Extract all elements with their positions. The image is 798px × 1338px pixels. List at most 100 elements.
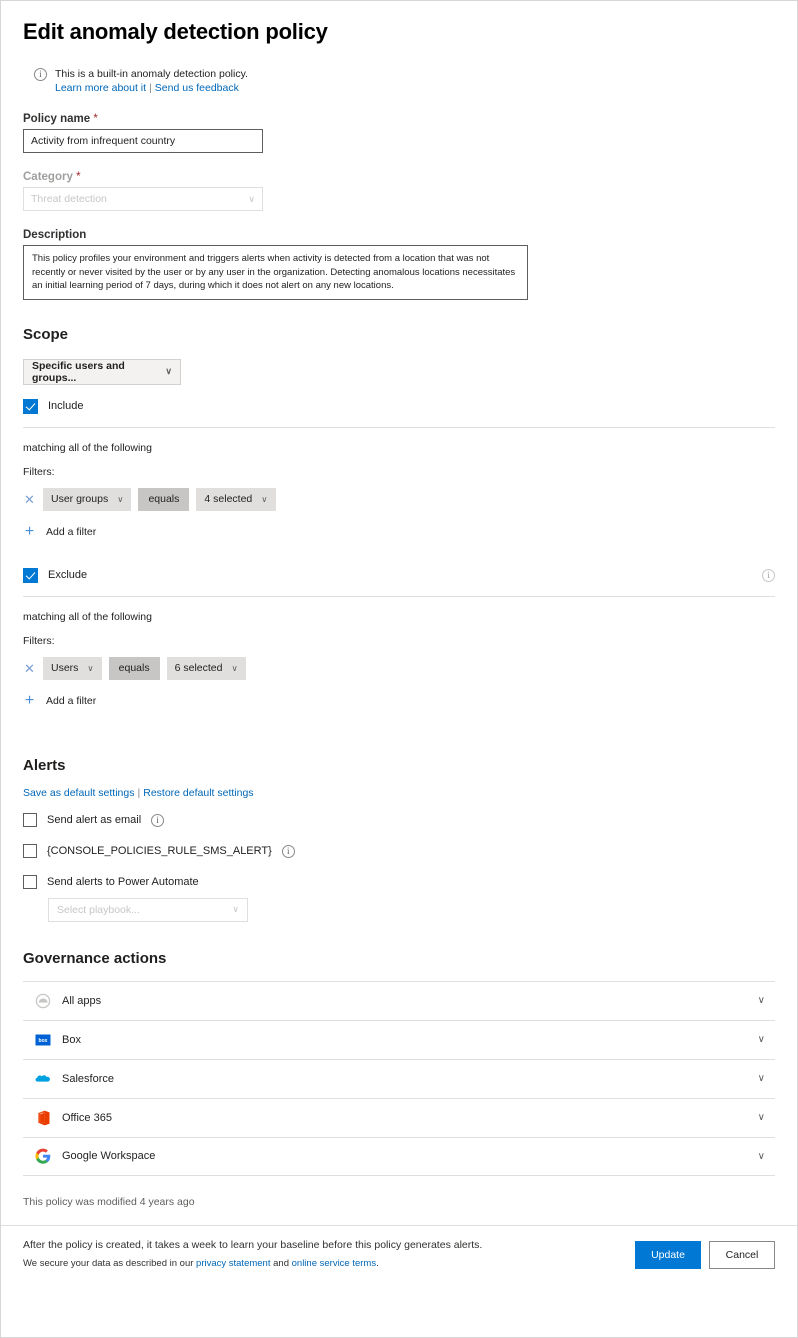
governance-row-label: Google Workspace	[62, 1150, 156, 1162]
exclude-label: Exclude	[48, 569, 88, 581]
learn-more-link[interactable]: Learn more about it	[55, 82, 146, 94]
plus-icon: +	[24, 691, 35, 709]
include-add-filter-button[interactable]: + Add a filter	[23, 522, 775, 540]
notice-text: This is a built-in anomaly detection pol…	[55, 68, 248, 80]
description-label: Description	[23, 229, 87, 241]
governance-row-label: Office 365	[62, 1111, 112, 1124]
include-checkbox-row[interactable]: Include	[23, 398, 775, 414]
exclude-matching-text: matching all of the following	[23, 610, 152, 623]
plus-icon: +	[24, 522, 35, 540]
category-label: Category *	[23, 171, 81, 183]
edit-policy-page: Edit anomaly detection policy i This is …	[0, 0, 798, 1338]
info-circle-icon[interactable]: i	[762, 569, 775, 582]
required-asterisk: *	[76, 171, 81, 183]
power-automate-checkbox[interactable]	[23, 874, 37, 889]
restore-default-settings-link[interactable]: Restore default settings	[143, 787, 253, 799]
chevron-down-icon: ∨	[232, 904, 239, 914]
power-automate-label: Send alerts to Power Automate	[47, 875, 199, 888]
footer-note-line2: We secure your data as described in our …	[23, 1258, 482, 1269]
remove-filter-icon[interactable]: ✕	[23, 493, 36, 506]
send-alert-email-row[interactable]: Send alert as email i	[23, 812, 775, 827]
footer-note-post: .	[376, 1257, 379, 1269]
sms-alert-row[interactable]: {CONSOLE_POLICIES_RULE_SMS_ALERT} i	[23, 843, 775, 858]
alerts-heading: Alerts	[23, 756, 66, 774]
governance-heading: Governance actions	[23, 949, 167, 967]
send-feedback-link[interactable]: Send us feedback	[155, 82, 239, 94]
exclude-checkbox[interactable]	[23, 567, 38, 583]
chevron-down-icon[interactable]: ∨	[758, 995, 765, 1006]
footer-note-line1: After the policy is created, it takes a …	[23, 1238, 483, 1251]
chevron-down-icon[interactable]: ∨	[758, 1073, 765, 1084]
exclude-divider	[23, 595, 775, 597]
description-textarea[interactable]: This policy profiles your environment an…	[23, 245, 528, 300]
sms-alert-label: {CONSOLE_POLICIES_RULE_SMS_ALERT}	[47, 844, 272, 857]
scope-selector[interactable]: Specific users and groups... ∨	[23, 358, 181, 385]
alerts-default-links: Save as default settings | Restore default…	[23, 787, 775, 799]
playbook-select[interactable]: Select playbook... ∨	[48, 897, 248, 922]
chevron-down-icon: ∨	[165, 366, 172, 376]
svg-text:box: box	[39, 1037, 48, 1043]
chevron-down-icon[interactable]: ∨	[758, 1034, 765, 1045]
exclude-filter-operator[interactable]: equals	[108, 656, 160, 680]
footer-buttons: Update Cancel	[635, 1239, 775, 1269]
include-checkbox[interactable]	[23, 398, 38, 414]
include-label: Include	[48, 400, 84, 412]
scope-selector-value: Specific users and groups...	[32, 359, 125, 384]
governance-list: All apps ∨ box Box ∨ Salesforce ∨ Office…	[23, 980, 775, 1176]
policy-modified-text: This policy was modified 4 years ago	[23, 1195, 195, 1208]
exclude-filters-label: Filters:	[23, 634, 55, 647]
info-circle-icon[interactable]: i	[281, 844, 295, 858]
include-filter-field[interactable]: User groups ∨	[43, 487, 132, 511]
exclude-filter-row: ✕ Users ∨ equals 6 selected ∨	[23, 656, 775, 680]
update-button[interactable]: Update	[635, 1240, 701, 1269]
include-filter-operator[interactable]: equals	[138, 487, 190, 511]
governance-row-label: All apps	[62, 994, 102, 1007]
online-service-terms-link[interactable]: online service terms	[292, 1258, 376, 1269]
include-filters-label: Filters:	[23, 465, 55, 478]
remove-filter-icon[interactable]: ✕	[23, 662, 36, 675]
save-default-settings-link[interactable]: Save as default settings	[23, 787, 135, 799]
governance-row-label: Salesforce	[62, 1072, 114, 1085]
category-value: Threat detection	[31, 193, 107, 205]
exclude-add-filter-button[interactable]: + Add a filter	[23, 691, 775, 709]
chevron-down-icon: ∨	[87, 662, 94, 673]
chevron-down-icon[interactable]: ∨	[758, 1151, 765, 1162]
send-alert-email-checkbox[interactable]	[23, 812, 37, 827]
policy-name-label: Policy name *	[23, 113, 98, 125]
governance-row-salesforce[interactable]: Salesforce ∨	[23, 1058, 775, 1098]
footer-notes: After the policy is created, it takes a …	[23, 1239, 482, 1269]
privacy-statement-link[interactable]: privacy statement	[196, 1258, 270, 1269]
governance-row-google-workspace[interactable]: Google Workspace ∨	[23, 1136, 775, 1176]
governance-row-office365[interactable]: Office 365 ∨	[23, 1097, 775, 1137]
scope-heading: Scope	[23, 325, 69, 343]
chevron-down-icon: ∨	[261, 493, 268, 504]
page-title: Edit anomaly detection policy	[23, 19, 328, 44]
playbook-placeholder: Select playbook...	[57, 903, 140, 916]
governance-row-all-apps[interactable]: All apps ∨	[23, 980, 775, 1020]
governance-row-box[interactable]: box Box ∨	[23, 1019, 775, 1059]
chevron-down-icon: ∨	[117, 493, 124, 504]
send-alert-email-label: Send alert as email	[47, 813, 142, 826]
chevron-down-icon: ∨	[248, 194, 255, 204]
exclude-checkbox-row[interactable]: Exclude i	[23, 567, 775, 583]
exclude-filter-value[interactable]: 6 selected ∨	[166, 656, 246, 680]
salesforce-icon	[35, 1074, 50, 1082]
policy-name-input[interactable]	[23, 129, 263, 153]
sms-alert-checkbox[interactable]	[23, 843, 37, 858]
office365-icon	[38, 1110, 50, 1125]
include-filter-value[interactable]: 4 selected ∨	[196, 487, 276, 511]
exclude-add-filter-label: Add a filter	[46, 694, 97, 707]
notice-text-wrap: This is a built-in anomaly detection pol…	[55, 67, 248, 95]
include-add-filter-label: Add a filter	[46, 525, 97, 538]
alerts-links-divider: |	[137, 786, 141, 799]
info-circle-icon[interactable]: i	[151, 813, 165, 827]
footer-note-pre: We secure your data as described in our	[23, 1257, 197, 1269]
chevron-down-icon: ∨	[231, 662, 238, 673]
power-automate-row[interactable]: Send alerts to Power Automate	[23, 874, 775, 889]
chevron-down-icon[interactable]: ∨	[758, 1112, 765, 1123]
cancel-button[interactable]: Cancel	[709, 1240, 775, 1269]
exclude-filter-field[interactable]: Users ∨	[43, 656, 102, 680]
include-filter-row: ✕ User groups ∨ equals 4 selected ∨	[23, 487, 775, 511]
required-asterisk: *	[93, 113, 98, 125]
footer-bar: After the policy is created, it takes a …	[1, 1224, 797, 1269]
